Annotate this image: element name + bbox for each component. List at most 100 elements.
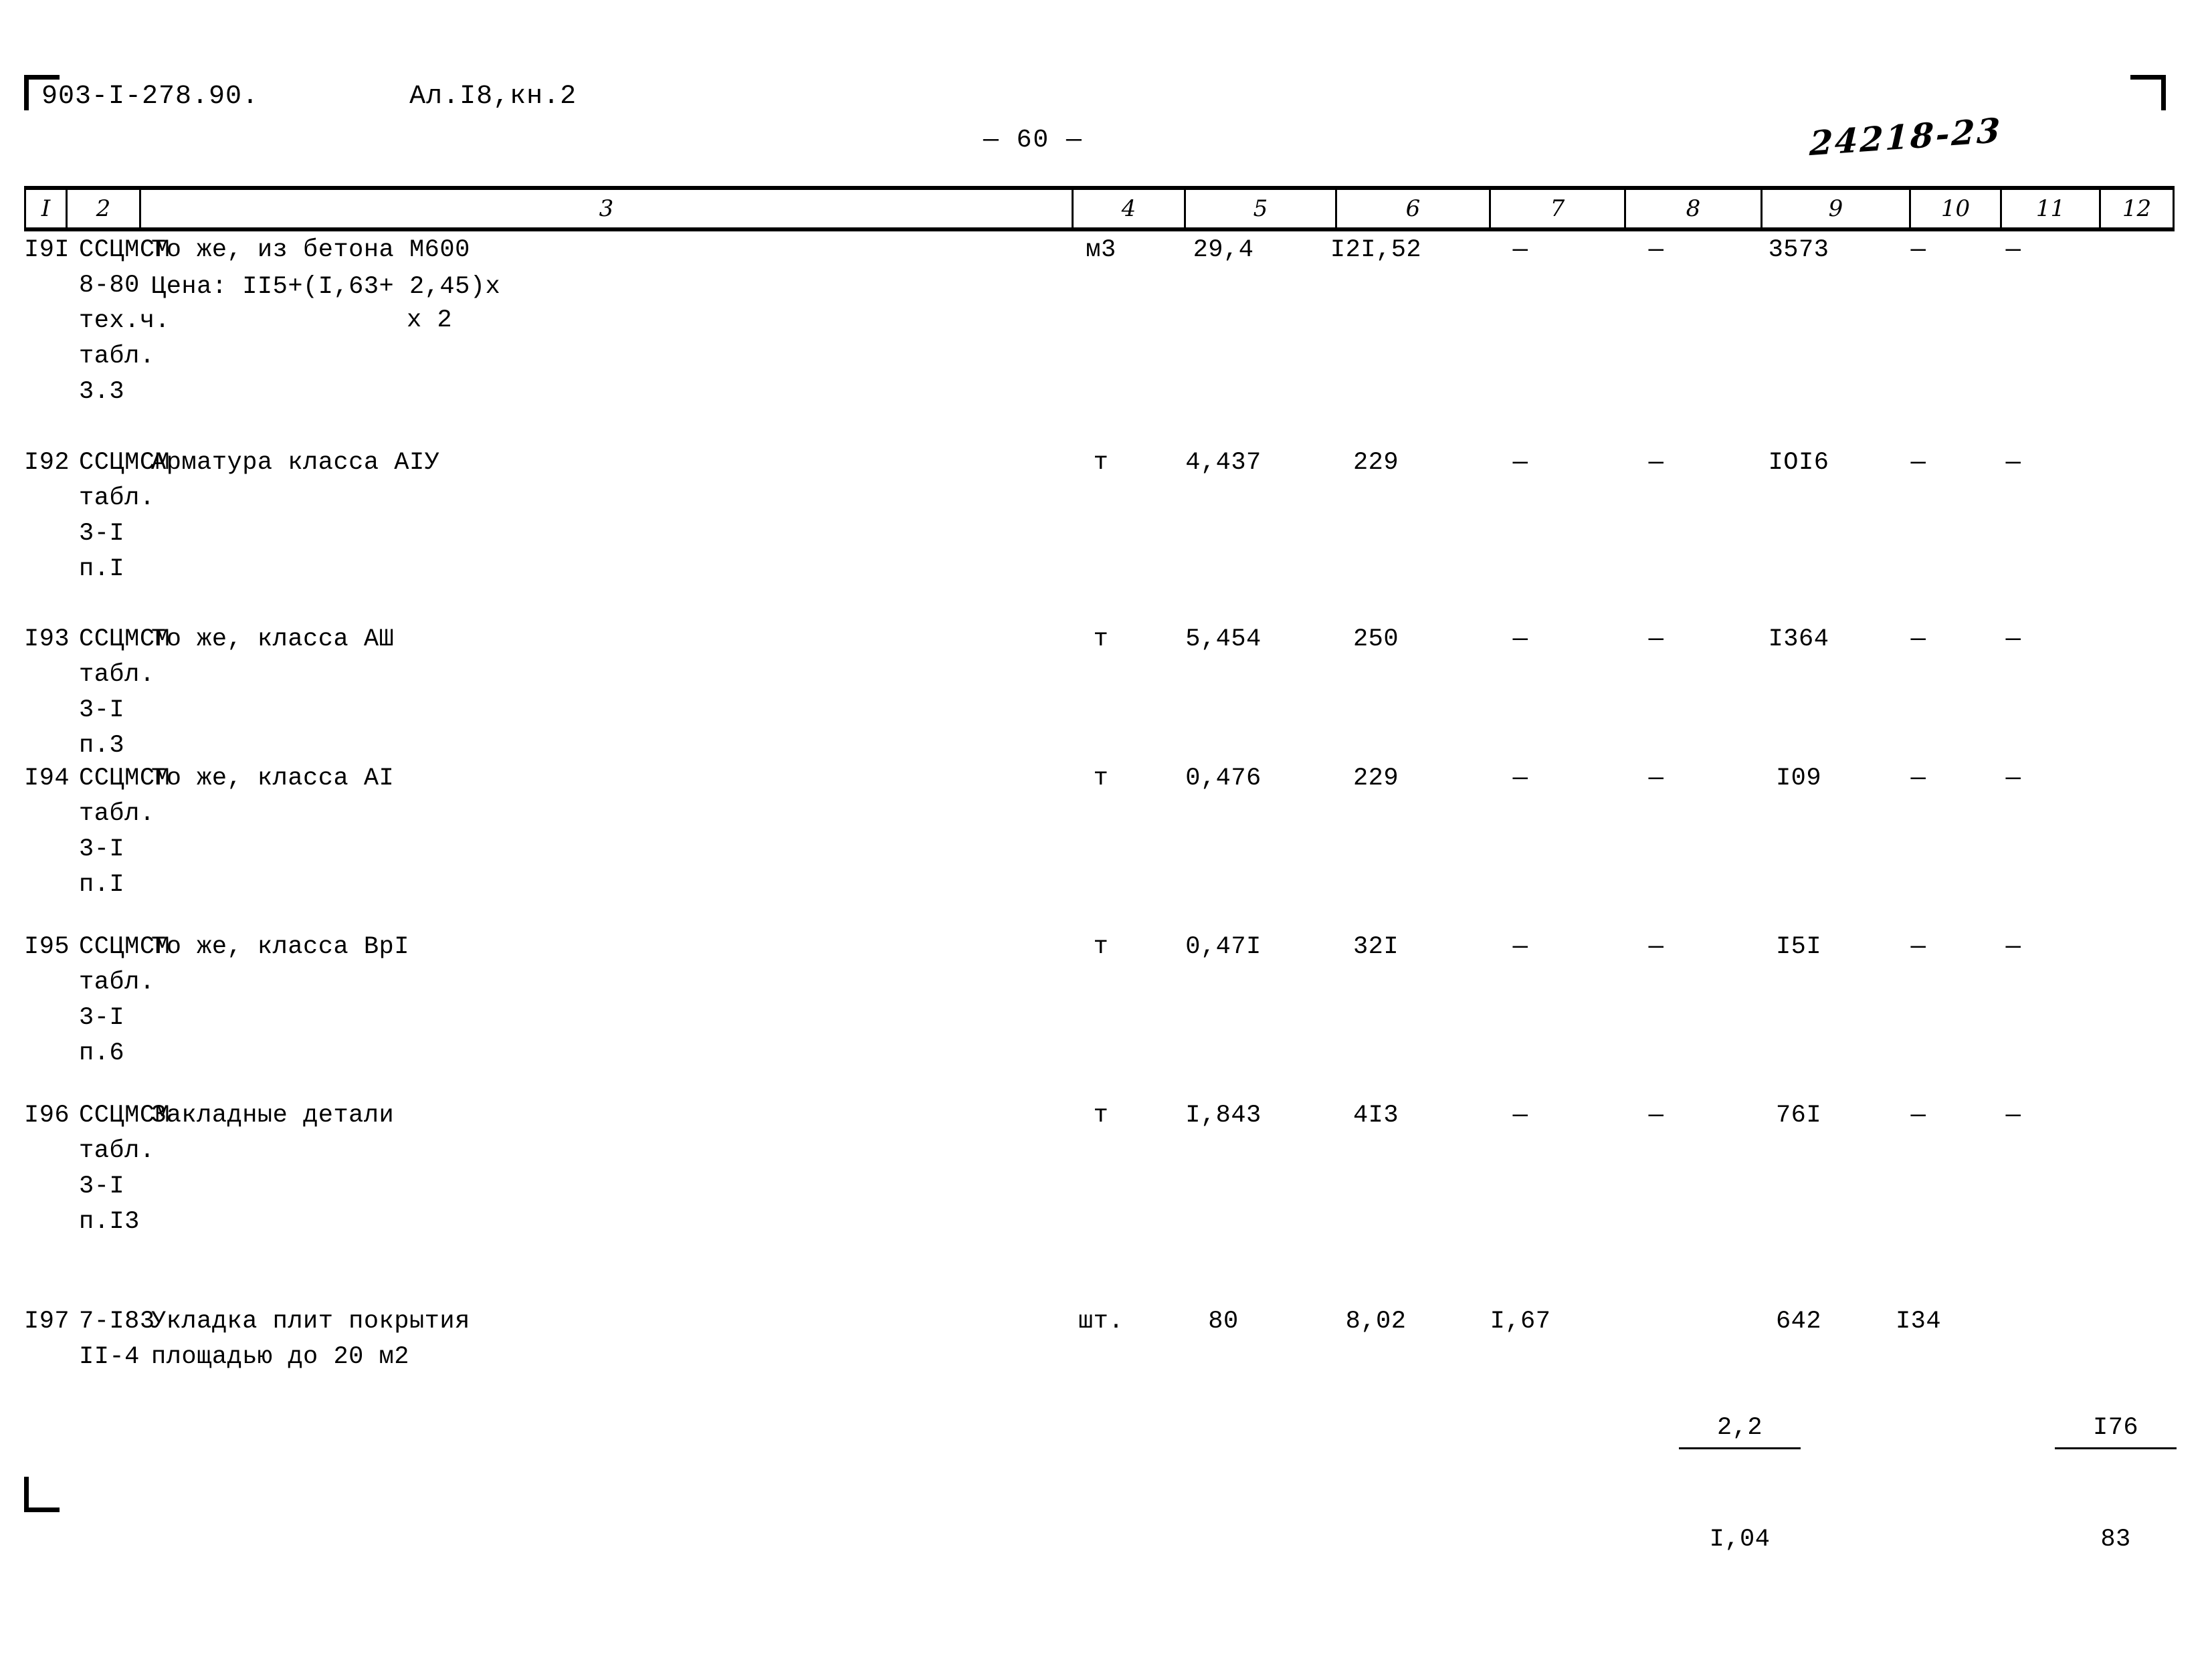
row-unit: т <box>1093 449 1109 477</box>
fraction-numerator: 2,2 <box>1679 1411 1801 1449</box>
col-header-1: I <box>24 186 68 231</box>
col-header-5: 5 <box>1184 186 1337 231</box>
row-col11: — <box>2005 236 2021 264</box>
row-col7: — <box>1512 236 1528 264</box>
row-unit: т <box>1093 933 1109 961</box>
row-quantity: 4,437 <box>1185 449 1262 477</box>
row-col7: — <box>1512 764 1528 793</box>
row-col10: — <box>1910 1102 1926 1130</box>
row-col10: — <box>1910 449 1926 477</box>
row-col8: — <box>1648 1102 1664 1130</box>
row-col11-fraction: I76 83 <box>1964 1304 2177 1664</box>
row-col11: — <box>2005 933 2021 961</box>
row-col8: — <box>1648 449 1664 477</box>
fraction-col11: I76 83 <box>2055 1340 2177 1629</box>
row-item-number: I95 <box>24 933 70 961</box>
row-unit: т <box>1093 764 1109 793</box>
row-col11: — <box>2005 764 2021 793</box>
album-reference: Ал.I8,кн.2 <box>409 82 577 112</box>
row-quantity: 0,476 <box>1185 764 1262 793</box>
row-unit-price: 4I3 <box>1352 1102 1399 1130</box>
row-description-line-1: Укладка плит покрытия <box>151 1308 470 1336</box>
col-header-10: 10 <box>1909 186 2002 231</box>
row-unit: м3 <box>1086 236 1116 264</box>
col-header-2: 2 <box>66 186 141 231</box>
row-item-number: I93 <box>24 625 70 653</box>
row-col10: I34 <box>1895 1308 1942 1336</box>
row-total-cost: I5I <box>1775 933 1822 961</box>
document-code: 903-I-278.90. <box>41 82 260 112</box>
document-header: 903-I-278.90. Ал.I8,кн.2 <box>41 82 577 112</box>
row-total-cost: 642 <box>1775 1308 1822 1336</box>
row-unit-price: 32I <box>1352 933 1399 961</box>
row-unit: шт. <box>1078 1308 1124 1336</box>
fraction-denominator: I,04 <box>1709 1526 1771 1554</box>
row-unit: т <box>1093 1102 1109 1130</box>
row-col10: — <box>1910 933 1926 961</box>
row-quantity: 80 <box>1208 1308 1239 1336</box>
row-col11: — <box>2005 625 2021 653</box>
row-item-number: I94 <box>24 764 70 793</box>
row-total-cost: I09 <box>1775 764 1822 793</box>
row-col11: — <box>2005 1102 2021 1130</box>
row-description-line-1: То же, класса АI <box>151 764 395 793</box>
row-item-number: I97 <box>24 1308 70 1336</box>
row-unit-price: 8,02 <box>1345 1308 1407 1336</box>
row-description-line-1: То же, из бетона М600 <box>151 236 470 264</box>
row-quantity: 29,4 <box>1193 236 1254 264</box>
archive-number-handwritten: 24218-23 <box>1809 110 2003 164</box>
row-col8: — <box>1648 764 1664 793</box>
row-unit-price: 229 <box>1352 449 1399 477</box>
row-item-number: I9I <box>24 236 70 264</box>
row-total-cost: 76I <box>1775 1102 1822 1130</box>
row-col7: — <box>1512 625 1528 653</box>
row-description-line-1: То же, класса ВрI <box>151 933 409 961</box>
col-header-4: 4 <box>1072 186 1186 231</box>
col-header-6: 6 <box>1335 186 1491 231</box>
row-quantity: 0,47I <box>1185 933 1262 961</box>
corner-mark-top-right <box>2130 75 2166 110</box>
corner-mark-bottom-left <box>24 1477 60 1512</box>
row-unit-price: 250 <box>1352 625 1399 653</box>
row-col10: — <box>1910 764 1926 793</box>
col-header-9: 9 <box>1761 186 1911 231</box>
row-item-number: I92 <box>24 449 70 477</box>
row-quantity: I,843 <box>1185 1102 1262 1130</box>
row-col7: — <box>1512 449 1528 477</box>
row-description-line-2: Цена: II5+(I,63+ 2,45)х <box>151 273 501 301</box>
col-header-8: 8 <box>1624 186 1763 231</box>
page-number: — 60 — <box>983 126 1083 154</box>
row-description-line-1: Арматура класса АIУ <box>151 449 440 477</box>
row-col8-fraction: 2,2 I,04 <box>1588 1304 1801 1664</box>
row-col7: — <box>1512 933 1528 961</box>
row-col8: — <box>1648 625 1664 653</box>
row-description-line-2: площадью до 20 м2 <box>151 1343 409 1371</box>
fraction-denominator: 83 <box>2100 1526 2131 1554</box>
row-total-cost: I364 <box>1768 625 1829 653</box>
row-col10: — <box>1910 236 1926 264</box>
fraction-numerator: I76 <box>2055 1411 2177 1449</box>
row-col7: I,67 <box>1490 1308 1551 1336</box>
row-col10: — <box>1910 625 1926 653</box>
row-description-line-3: х 2 <box>407 306 453 334</box>
col-header-12: 12 <box>2099 186 2175 231</box>
row-description-line-1: Закладные детали <box>151 1102 395 1130</box>
fraction-col8: 2,2 I,04 <box>1679 1340 1801 1629</box>
row-item-number: I96 <box>24 1102 70 1130</box>
column-header-row: I 2 3 4 5 6 7 8 9 10 11 12 <box>24 186 2175 231</box>
row-justification: 7-I83 II-4 <box>79 1308 155 1371</box>
row-unit-price: I2I,52 <box>1330 236 1422 264</box>
table-header-band: I 2 3 4 5 6 7 8 9 10 11 12 <box>24 186 2175 231</box>
column-header-table: I 2 3 4 5 6 7 8 9 10 11 12 <box>24 186 2175 231</box>
row-col11: — <box>2005 449 2021 477</box>
row-col8: — <box>1648 236 1664 264</box>
row-col7: — <box>1512 1102 1528 1130</box>
col-header-7: 7 <box>1489 186 1626 231</box>
row-unit: т <box>1093 625 1109 653</box>
col-header-3: 3 <box>139 186 1074 231</box>
row-total-cost: 3573 <box>1768 236 1829 264</box>
row-total-cost: IOI6 <box>1768 449 1829 477</box>
table-body: I9I ССЦМСМ 8-80 тех.ч. табл. 3.3 То же, … <box>24 233 2177 1554</box>
row-col8: — <box>1648 933 1664 961</box>
row-quantity: 5,454 <box>1185 625 1262 653</box>
